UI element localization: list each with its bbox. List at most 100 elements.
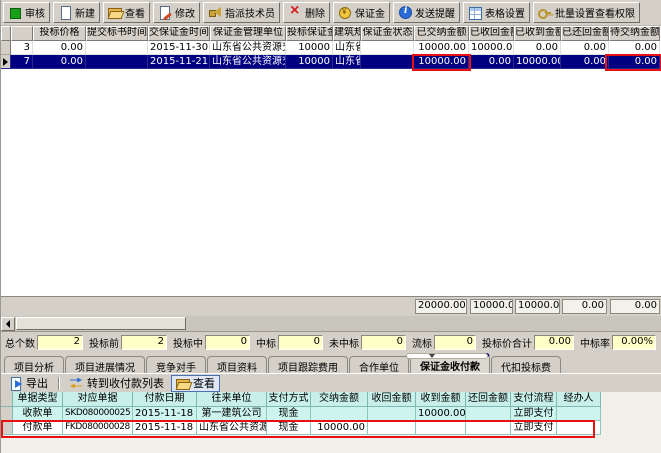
payments-grid-header: 单据类型 对应单据 付款日期 往来单位 支付方式 交纳金额 收回金额 收到金额 … [1,392,661,407]
cell-received-amount: 10000.00 [514,55,561,69]
deposit-row-3[interactable]: 3 0.00 2015-11-30 山东省公共资源交 10000 山东省公共 1… [1,41,661,55]
summary-label: 投标价合计 [482,335,532,350]
tab-project-documents[interactable]: 项目资料 [207,356,267,373]
cell-received-amount: 0.00 [514,41,561,55]
cell-pay-date: 2015-11-18 [133,421,197,435]
summary-bar: 总个数 2 投标前 2 投标中 0 中标 0 未中标 0 流标 0 投标价合计 … [1,331,661,353]
summary-value-box: 0 [361,335,406,350]
col-header-bid-deposit[interactable]: 投标保证金 [286,26,333,41]
cell-receive-amount: 10000.00 [416,407,466,421]
view-button[interactable]: 查看 [103,2,150,23]
summary-value-box: 0 [205,335,250,350]
col-header-deposit-time[interactable]: 交保证金时间 [148,26,210,41]
button-label: 发送提醒 [415,5,455,20]
receipt-row[interactable]: 收款单 SKD080000025 2015-11-18 第一建筑公司 现金 10… [1,407,661,421]
send-reminder-button[interactable]: 发送提醒 [393,2,460,23]
cell-pending-amount: 0.00 [609,55,660,69]
row-selector-current [1,55,11,69]
audit-button[interactable]: 审核 [3,2,50,23]
cell-pay-amount [311,407,368,421]
payments-grid: 单据类型 对应单据 付款日期 往来单位 支付方式 交纳金额 收回金额 收到金额 … [1,392,661,453]
tab-project-analysis[interactable]: 项目分析 [4,356,64,373]
view-detail-button[interactable]: 查看 [171,375,220,392]
info-icon [398,6,412,19]
cell-recovered-amount: 0.00 [469,55,514,69]
tab-project-progress[interactable]: 项目进展情况 [65,356,145,373]
table-settings-button[interactable]: 表格设置 [463,2,530,23]
col-header-submit-time[interactable]: 提交标书时间 [86,26,148,41]
col-header-handler[interactable]: 经办人 [557,392,601,407]
button-label: 查看 [193,375,215,391]
col-header-pay-method[interactable]: 支付方式 [267,392,311,407]
scroll-left-button[interactable] [1,317,15,331]
col-header-return-amount[interactable]: 还回金额 [466,392,511,407]
cell-pay-amount: 10000.00 [311,421,368,435]
new-doc-icon [58,6,72,19]
col-header-pending-amount[interactable]: 待交纳金额 [609,26,660,41]
cell-building-scale: 山东省公共 [333,55,361,69]
goto-payment-list-button[interactable]: 转到收付款列表 [65,375,169,392]
summary-field-pre-bid: 投标前 2 [89,335,167,350]
tab-project-tracking-cost[interactable]: 项目跟踪费用 [268,356,348,373]
payment-row[interactable]: 付款单 FKD080000028 2015-11-18 山东省公共资源交 现金 … [1,421,661,435]
cell-pay-flow: 立即支付 [511,421,557,435]
splitter-handle[interactable] [406,353,488,359]
col-header-returned-amount[interactable]: 已还回金额 [561,26,609,41]
tab-withheld-bid-fee[interactable]: 代扣投标费 [491,356,561,373]
col-header-received-amount[interactable]: 已收到金额 [514,26,561,41]
summary-value-box: 2 [121,335,167,350]
col-header-pay-date[interactable]: 付款日期 [133,392,197,407]
total-paid-amount: 20000.00 [415,299,467,314]
tab-partners[interactable]: 合作单位 [349,356,409,373]
col-header-building-scale[interactable]: 建筑规模 [333,26,361,41]
summary-value-box: 0.00 [534,335,574,350]
deposit-row-7-selected[interactable]: 7 0.00 2015-11-21 山东省公共资源交 10000 山东省公共 1… [1,55,661,69]
tab-competitors[interactable]: 竞争对手 [146,356,206,373]
cell-pay-date: 2015-11-18 [133,407,197,421]
delete-button[interactable]: 删除 [283,2,330,23]
button-label: 删除 [305,5,325,20]
open-folder-icon [176,377,190,390]
cell-receive-amount [416,421,466,435]
summary-label: 投标前 [89,335,119,350]
total-returned-amount: 0.00 [562,299,607,314]
col-header-receive-amount[interactable]: 收到金额 [416,392,466,407]
col-header-doc-no[interactable]: 对应单据 [63,392,133,407]
col-header-paid-amount[interactable]: 已交纳金额 [414,26,469,41]
export-button[interactable]: 导出 [4,375,53,392]
col-header-deposit-status[interactable]: 保证金状态 [361,26,414,41]
summary-value-box: 0 [434,335,476,350]
col-header-doc-type[interactable]: 单据类型 [13,392,63,407]
new-button[interactable]: 新建 [53,2,100,23]
col-header-recover-amount[interactable]: 收回金额 [368,392,416,407]
cell-return-amount [466,421,511,435]
batch-view-permission-button[interactable]: 批量设置查看权限 [533,2,640,23]
assign-technician-button[interactable]: 指派技术员 [203,2,280,23]
col-header-counterparty[interactable]: 往来单位 [197,392,267,407]
cell-paid-amount: 10000.00 [414,55,469,69]
cell-paid-amount: 10000.00 [414,41,469,55]
row-selector [1,41,11,55]
cell-id: 3 [11,41,33,55]
col-header-pay-flow[interactable]: 支付流程 [511,392,557,407]
summary-field-win-rate: 中标率 0.00% [580,335,656,350]
summary-field-bidding: 投标中 0 [173,335,250,350]
col-header-pay-amount[interactable]: 交纳金额 [311,392,368,407]
cell-counterparty: 山东省公共资源交 [197,421,267,435]
deposit-button[interactable]: 保证金 [333,2,390,23]
modify-button[interactable]: 修改 [153,2,200,23]
export-icon [9,377,23,390]
col-header-recovered-amount[interactable]: 已收回金额 [469,26,514,41]
current-row-arrow-icon [3,58,8,66]
col-header-bid-price[interactable]: 投标价格 [33,26,86,41]
button-label: 指派技术员 [225,5,275,20]
open-folder-icon [108,6,122,19]
col-header-id [11,26,33,41]
horizontal-scrollbar[interactable] [1,316,661,331]
col-header-deposit-unit[interactable]: 保证金管理单位 [210,26,286,41]
cell-bid-deposit: 10000 [286,41,333,55]
cell-bid-price: 0.00 [33,55,86,69]
key-icon [538,6,552,19]
scrollbar-thumb[interactable] [16,317,186,330]
summary-label: 总个数 [5,335,35,350]
